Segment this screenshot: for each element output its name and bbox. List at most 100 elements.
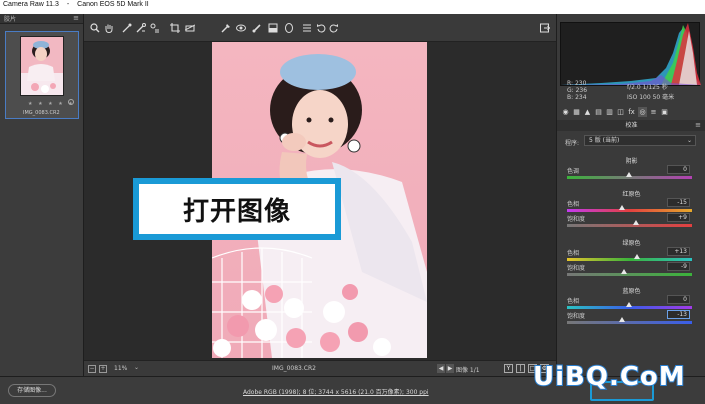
view-button-split[interactable]: | <box>516 364 525 373</box>
graduated-filter-icon[interactable] <box>268 23 278 33</box>
window-title: Camera Raw 11.3 - Canon EOS 5D Mark II <box>3 1 149 8</box>
filmstrip-header: 胶片 ≡ <box>0 14 83 24</box>
slider-label: 饱和度 <box>567 313 586 320</box>
color-sampler-icon[interactable] <box>136 23 146 33</box>
preferences-icon[interactable] <box>302 23 312 33</box>
targeted-adjustment-icon[interactable] <box>150 23 160 33</box>
camera-model: Canon EOS 5D Mark II <box>77 1 149 8</box>
slider-track-red-sat[interactable] <box>567 224 692 227</box>
status-filename: IMG_0083.CR2 <box>272 365 316 372</box>
group-title-blue: 蓝原色 <box>622 288 641 295</box>
slider-label: 饱和度 <box>567 216 586 223</box>
process-label: 程序: <box>565 140 580 147</box>
slider-thumb[interactable] <box>626 302 632 307</box>
tab-tone-curve-icon[interactable]: ▦ <box>572 107 581 117</box>
zoom-icon[interactable] <box>90 23 100 33</box>
title-separator: - <box>66 1 70 8</box>
status-bar: − + 11% ⌄ IMG_0083.CR2 ◀ ▶ 图像 1/1 Y | □ … <box>84 360 556 376</box>
white-balance-icon[interactable] <box>122 23 132 33</box>
group-title-green: 绿原色 <box>622 240 641 247</box>
image-canvas[interactable]: 打开图像 <box>84 42 556 360</box>
camera-raw-window: Camera Raw 11.3 - Canon EOS 5D Mark II 胶… <box>0 0 705 404</box>
zoom-in-icon[interactable]: + <box>99 365 107 373</box>
zoom-level[interactable]: 11% <box>114 365 127 372</box>
slider-value-input[interactable]: -9 <box>667 262 690 271</box>
group-title-red: 红原色 <box>622 191 641 198</box>
zoom-dropdown-icon[interactable]: ⌄ <box>134 364 142 373</box>
callout-text: 打开图像 <box>182 196 291 227</box>
panel-tabs: ◉ ▦ ▲ ▤ ▥ ◫ fx ◎ ≡ ▣ <box>559 107 704 118</box>
process-value: 5 版 (当前) <box>589 137 620 144</box>
tab-snapshots-icon[interactable]: ▣ <box>660 107 669 117</box>
slider-label: 色相 <box>567 201 580 208</box>
slider-value-input[interactable]: 0 <box>667 165 690 174</box>
exif-aperture-shutter: f/2.0 1/125 秒 <box>627 84 668 91</box>
app-name: Camera Raw 11.3 <box>3 1 59 8</box>
slider-track-red-hue[interactable] <box>567 209 692 212</box>
slider-track-blue-sat[interactable] <box>567 321 692 324</box>
tab-detail-icon[interactable]: ▲ <box>583 107 592 117</box>
thumbnail-image <box>20 36 64 96</box>
tab-presets-icon[interactable]: ≡ <box>649 107 658 117</box>
slider-value-input[interactable]: -13 <box>667 310 690 319</box>
slider-thumb[interactable] <box>619 205 625 210</box>
slider-track-green-sat[interactable] <box>567 273 692 276</box>
slider-thumb[interactable] <box>619 317 625 322</box>
tab-lens-icon[interactable]: ◫ <box>616 107 625 117</box>
slider-value-input[interactable]: 0 <box>667 295 690 304</box>
r-value: 230 <box>574 80 587 87</box>
straighten-icon[interactable] <box>184 23 196 33</box>
slider-thumb[interactable] <box>621 269 627 274</box>
red-eye-icon[interactable] <box>236 23 246 33</box>
workflow-options-link[interactable]: Adobe RGB (1998); 8 位; 3744 x 5616 (21.0… <box>243 387 429 396</box>
export-icon[interactable] <box>540 23 551 33</box>
thumbnail-filename: IMG_0083.CR2 <box>23 110 60 116</box>
slider-thumb[interactable] <box>634 254 640 259</box>
tab-hsl-icon[interactable]: ▤ <box>594 107 603 117</box>
filmstrip-label: 胶片 <box>4 16 17 23</box>
b-label: B: <box>567 94 574 101</box>
slider-thumb[interactable] <box>626 172 632 177</box>
adjustments-panel: R: 230 G: 236 B: 234 f/2.0 1/125 秒 ISO 1… <box>556 14 705 376</box>
process-select[interactable]: 5 版 (当前) ⌄ <box>584 135 696 146</box>
filmstrip-thumbnail[interactable]: ★ ★ ★ ★ ★ IMG_0083.CR2 <box>5 31 79 119</box>
tab-split-toning-icon[interactable]: ▥ <box>605 107 614 117</box>
r-label: R: <box>567 80 574 87</box>
panel-title-bar: 校准 ≡ <box>557 120 705 131</box>
tool-bar <box>84 14 556 42</box>
b-value: 234 <box>575 94 587 101</box>
rotate-ccw-icon[interactable] <box>316 23 326 33</box>
slider-value-input[interactable]: +9 <box>667 213 690 222</box>
g-value: 236 <box>575 87 588 94</box>
callout-box: 打开图像 <box>133 178 341 240</box>
slider-value-input[interactable]: -15 <box>667 198 690 207</box>
next-image-icon[interactable]: ▶ <box>446 364 454 373</box>
rgb-readout: R: 230 G: 236 B: 234 <box>567 80 587 101</box>
panel-title: 校准 <box>625 122 638 129</box>
hand-icon[interactable] <box>104 23 114 34</box>
radial-filter-icon[interactable] <box>284 23 294 33</box>
tab-basic-icon[interactable]: ◉ <box>561 107 570 117</box>
rotate-cw-icon[interactable] <box>329 23 339 33</box>
save-image-button[interactable]: 存储图像... <box>8 384 56 397</box>
previous-image-icon[interactable]: ◀ <box>437 364 445 373</box>
panel-menu-icon[interactable]: ≡ <box>695 120 701 131</box>
slider-thumb[interactable] <box>633 220 639 225</box>
watermark-text: UiBQ.CoM <box>532 361 686 393</box>
title-bar: Camera Raw 11.3 - Canon EOS 5D Mark II <box>0 0 705 14</box>
slider-track-green-hue[interactable] <box>567 258 692 261</box>
view-button-y[interactable]: Y <box>504 364 513 373</box>
hamburger-icon[interactable]: ≡ <box>73 15 79 22</box>
adjustment-brush-icon[interactable] <box>252 23 262 33</box>
edited-badge-icon <box>68 99 74 105</box>
slider-label: 饱和度 <box>567 265 586 272</box>
zoom-out-icon[interactable]: − <box>88 365 96 373</box>
slider-value-input[interactable]: +13 <box>667 247 690 256</box>
histogram <box>560 22 701 86</box>
exif-info: f/2.0 1/125 秒 ISO 100 50 毫米 <box>627 83 674 103</box>
spot-removal-icon[interactable] <box>221 23 231 33</box>
tab-calibration-icon[interactable]: ◎ <box>638 107 647 117</box>
tab-effects-icon[interactable]: fx <box>627 107 636 117</box>
exif-iso-focal: ISO 100 50 毫米 <box>627 94 675 101</box>
crop-icon[interactable] <box>170 23 180 33</box>
